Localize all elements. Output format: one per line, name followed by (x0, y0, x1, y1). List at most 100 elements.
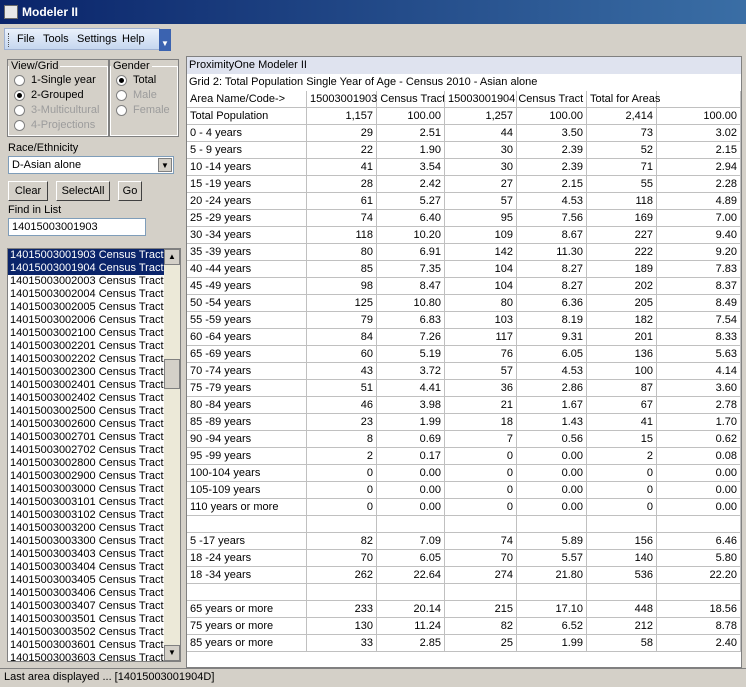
table-cell: 142 (445, 244, 517, 261)
table-cell: 8.37 (657, 278, 741, 295)
list-item[interactable]: 14015003002401 Census Tract (8, 379, 164, 392)
list-item[interactable]: 14015003002202 Census Tract (8, 353, 164, 366)
menu-help[interactable]: Help (122, 33, 145, 45)
menu-bar: File Tools Settings Help ▼ (4, 28, 171, 51)
table-cell: 118 (587, 193, 657, 210)
scroll-up-icon[interactable]: ▲ (164, 249, 180, 265)
table-cell: 10.20 (377, 227, 445, 244)
list-item[interactable]: 14015003002702 Census Tract (8, 444, 164, 457)
go-button[interactable]: Go (118, 181, 142, 201)
radio-multicultural[interactable]: 3-Multicultural (14, 104, 99, 116)
area-listbox[interactable]: 14015003001903 Census Tract 1401500300190… (7, 248, 181, 662)
table-cell: 70 (445, 550, 517, 567)
table-cell: 11.24 (377, 618, 445, 635)
find-label: Find in List (8, 204, 62, 216)
table-cell: 5 - 9 years (187, 142, 307, 159)
list-item[interactable]: 14015003003601 Census Tract (8, 639, 164, 652)
table-cell: 3.60 (657, 380, 741, 397)
list-scrollbar[interactable]: ▲ ▼ (164, 249, 180, 661)
race-select[interactable]: D-Asian alone ▼ (8, 156, 174, 174)
table-cell (657, 584, 741, 601)
table-cell: 2.78 (657, 397, 741, 414)
list-item[interactable]: 14015003003405 Census Tract (8, 574, 164, 587)
table-cell: 84 (307, 329, 377, 346)
table-cell: 15 -19 years (187, 176, 307, 193)
radio-dot (116, 104, 127, 116)
list-item[interactable]: 14015003002300 Census Tract (8, 366, 164, 379)
table-cell: 227 (587, 227, 657, 244)
list-item[interactable]: 14015003003406 Census Tract (8, 587, 164, 600)
column-header: Area Name/Code-> (187, 91, 307, 108)
list-item[interactable]: 14015003003407 Census Tract (8, 600, 164, 613)
table-cell: 82 (307, 533, 377, 550)
table-cell: 95 (445, 210, 517, 227)
list-item[interactable]: 14015003003101 Census Tract (8, 496, 164, 509)
table-cell: 65 years or more (187, 601, 307, 618)
table-cell: 1.70 (657, 414, 741, 431)
table-cell: 0 (445, 499, 517, 516)
menu-file[interactable]: File (17, 33, 35, 45)
list-item[interactable]: 14015003003404 Census Tract (8, 561, 164, 574)
list-item[interactable]: 14015003002900 Census Tract (8, 470, 164, 483)
list-item[interactable]: 14015003002100 Census Tract (8, 327, 164, 340)
table-cell: 6.36 (517, 295, 587, 312)
table-cell: 29 (307, 125, 377, 142)
list-item[interactable]: 14015003002006 Census Tract (8, 314, 164, 327)
selectall-button[interactable]: SelectAll (56, 181, 110, 201)
list-item[interactable]: 14015003002500 Census Tract (8, 405, 164, 418)
window-title: Modeler II (22, 5, 79, 19)
list-item[interactable]: 14015003002600 Census Tract (8, 418, 164, 431)
data-grid: ProximityOne Modeler II Grid 2: Total Po… (186, 56, 742, 668)
table-cell: 104 (445, 278, 517, 295)
list-item[interactable]: 14015003003000 Census Tract (8, 483, 164, 496)
list-item[interactable]: 14015003003502 Census Tract (8, 626, 164, 639)
table-cell (307, 516, 377, 533)
list-item[interactable]: 14015003002402 Census Tract (8, 392, 164, 405)
table-cell: 21.80 (517, 567, 587, 584)
toolbar-grip[interactable] (8, 33, 12, 47)
table-cell: 100-104 years (187, 465, 307, 482)
table-cell: 100.00 (517, 108, 587, 125)
radio-female[interactable]: Female (116, 104, 170, 116)
list-item[interactable]: 14015003003102 Census Tract (8, 509, 164, 522)
table-cell: 79 (307, 312, 377, 329)
list-item[interactable]: 14015003002003 Census Tract (8, 275, 164, 288)
list-item[interactable]: 14015003001903 Census Tract (8, 249, 164, 262)
table-cell: 70 -74 years (187, 363, 307, 380)
list-item[interactable]: 14015003003403 Census Tract (8, 548, 164, 561)
table-cell: Total Population (187, 108, 307, 125)
list-item[interactable]: 14015003002800 Census Tract (8, 457, 164, 470)
list-item[interactable]: 14015003002201 Census Tract (8, 340, 164, 353)
viewgrid-legend: View/Grid (11, 60, 59, 72)
chevron-down-icon[interactable]: ▼ (158, 158, 172, 172)
menu-settings[interactable]: Settings (77, 33, 117, 45)
menu-tools[interactable]: Tools (43, 33, 69, 45)
scroll-thumb[interactable] (164, 359, 180, 389)
list-item[interactable]: 14015003002004 Census Tract (8, 288, 164, 301)
find-input[interactable] (8, 218, 146, 236)
chevron-down-icon[interactable]: ▼ (159, 29, 171, 51)
table-cell: 104 (445, 261, 517, 278)
table-cell: 21 (445, 397, 517, 414)
table-cell: 130 (307, 618, 377, 635)
clear-button[interactable]: Clear (8, 181, 48, 201)
list-item[interactable]: 14015003003603 Census Tract (8, 652, 164, 661)
radio-total[interactable]: Total (116, 74, 156, 86)
list-item[interactable]: 14015003001904 Census Tract (8, 262, 164, 275)
list-item[interactable]: 14015003002701 Census Tract (8, 431, 164, 444)
table-cell: 8.33 (657, 329, 741, 346)
table-cell: 536 (587, 567, 657, 584)
list-item[interactable]: 14015003003501 Census Tract (8, 613, 164, 626)
list-item[interactable]: 14015003003300 Census Tract (8, 535, 164, 548)
list-item[interactable]: 14015003002005 Census Tract (8, 301, 164, 314)
scroll-down-icon[interactable]: ▼ (164, 645, 180, 661)
table-cell: 4.89 (657, 193, 741, 210)
radio-grouped[interactable]: 2-Grouped (14, 89, 84, 101)
radio-male[interactable]: Male (116, 89, 157, 101)
radio-single-year[interactable]: 1-Single year (14, 74, 96, 86)
radio-projections[interactable]: 4-Projections (14, 119, 95, 131)
list-item[interactable]: 14015003003200 Census Tract (8, 522, 164, 535)
table-cell: 61 (307, 193, 377, 210)
grid-title: Grid 2: Total Population Single Year of … (189, 76, 538, 88)
table-cell: 36 (445, 380, 517, 397)
